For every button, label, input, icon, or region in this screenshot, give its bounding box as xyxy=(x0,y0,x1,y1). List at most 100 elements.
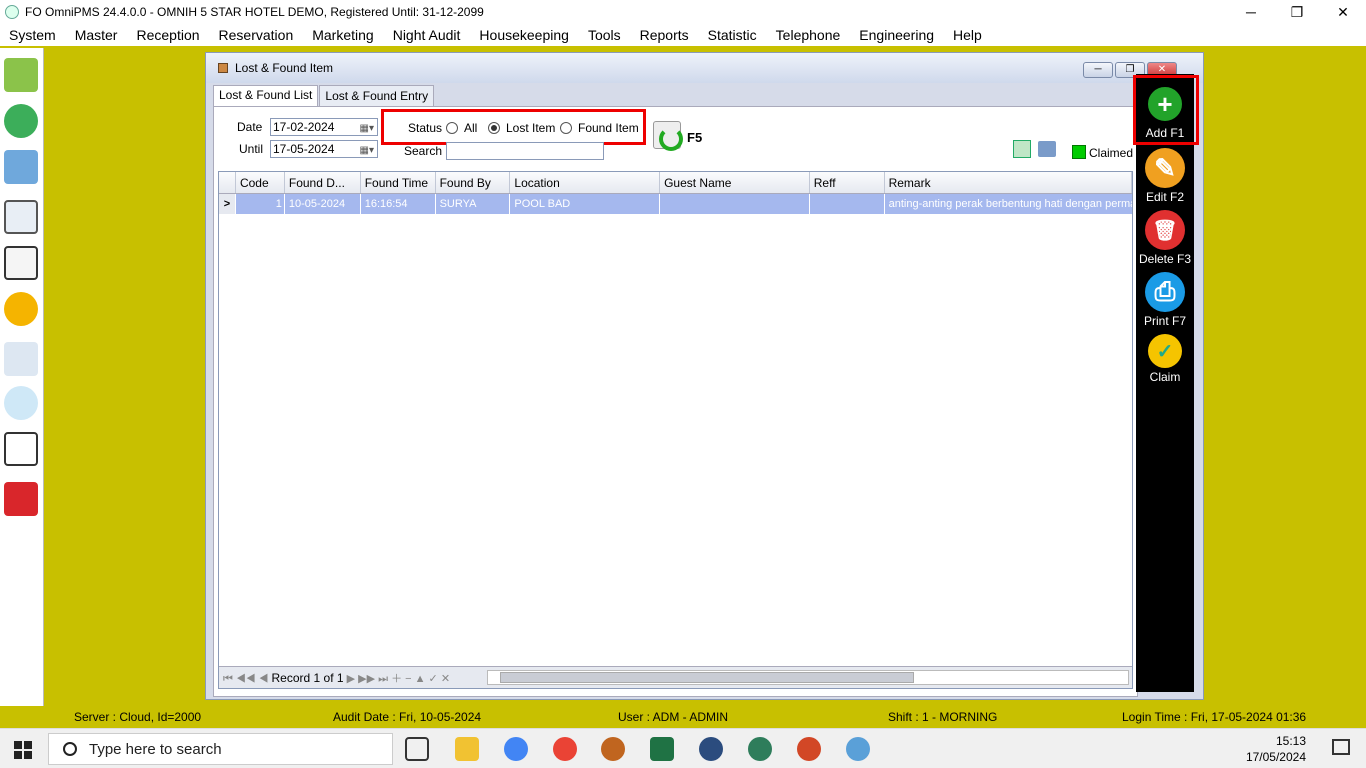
delete-icon: 🗑 xyxy=(1145,210,1185,250)
menu-telephone[interactable]: Telephone xyxy=(767,24,851,46)
child-window-title: Lost & Found Item xyxy=(235,61,334,75)
date-from-value: 17-02-2024 xyxy=(273,120,335,134)
menu-engineering[interactable]: Engineering xyxy=(850,24,944,46)
maximize-button[interactable]: ❐ xyxy=(1274,0,1320,24)
menu-system[interactable]: System xyxy=(0,24,66,46)
col-guest-name[interactable]: Guest Name xyxy=(660,172,810,193)
calendar-dropdown-icon[interactable]: ▦▾ xyxy=(360,121,374,137)
windows-start-icon[interactable] xyxy=(14,741,32,759)
search-chart-icon[interactable] xyxy=(4,386,38,420)
col-remark[interactable]: Remark xyxy=(885,172,1133,193)
col-code[interactable]: Code xyxy=(236,172,285,193)
exit-icon[interactable] xyxy=(4,482,38,516)
menu-marketing[interactable]: Marketing xyxy=(303,24,383,46)
calendar-dropdown-icon[interactable]: ▦▾ xyxy=(360,143,374,159)
walk-icon[interactable] xyxy=(4,58,38,92)
edit-label: Edit F2 xyxy=(1145,190,1184,204)
claimed-legend-label: Claimed xyxy=(1089,146,1134,160)
row-indicator-header xyxy=(219,172,236,193)
chrome-profile-icon[interactable] xyxy=(553,737,577,761)
chrome-icon[interactable] xyxy=(504,737,528,761)
child-minimize-button[interactable]: ─ xyxy=(1083,62,1113,78)
app-blue-icon[interactable] xyxy=(699,737,723,761)
menu-night-audit[interactable]: Night Audit xyxy=(384,24,471,46)
date-from-field[interactable]: 17-02-2024 ▦▾ xyxy=(270,118,378,136)
navigator-first-prev[interactable]: ⏮ ◀◀ ◀ xyxy=(223,673,268,685)
app-logo-icon xyxy=(5,5,19,19)
col-reff[interactable]: Reff xyxy=(810,172,885,193)
printer-icon[interactable] xyxy=(1038,141,1056,157)
menu-master[interactable]: Master xyxy=(66,24,128,46)
taskbar-search[interactable]: Type here to search xyxy=(48,733,393,765)
system-tray-clock[interactable]: 15:13 17/05/2024 xyxy=(1246,733,1306,765)
tab-strip: Lost & Found List Lost & Found Entry xyxy=(213,85,435,107)
col-found-date[interactable]: Found D... xyxy=(285,172,361,193)
row-indicator: > xyxy=(219,194,236,214)
notification-icon[interactable] xyxy=(1332,739,1350,755)
lost-found-grid: Code Found D... Found Time Found By Loca… xyxy=(218,171,1133,689)
status-label: Status xyxy=(408,121,443,135)
radio-all-dot[interactable] xyxy=(446,122,458,134)
col-location[interactable]: Location xyxy=(510,172,661,193)
file-explorer-icon[interactable] xyxy=(455,737,479,761)
app-orange-icon[interactable] xyxy=(601,737,625,761)
app-green-icon[interactable] xyxy=(748,737,772,761)
omnipms-taskbar-icon[interactable] xyxy=(846,737,870,761)
calendar-grid-icon[interactable] xyxy=(4,200,38,234)
cell-reff xyxy=(810,194,885,214)
taskbar-search-placeholder: Type here to search xyxy=(89,740,222,758)
refresh-button[interactable] xyxy=(653,121,683,151)
cell-code: 1 xyxy=(236,194,285,214)
radio-lost-item-dot[interactable] xyxy=(488,122,500,134)
export-excel-icon[interactable] xyxy=(1013,140,1031,158)
scrollbar-thumb[interactable] xyxy=(500,672,914,683)
cell-remark: anting-anting perak berbentung hati deng… xyxy=(888,198,1133,210)
claimed-legend-swatch xyxy=(1072,145,1086,159)
radio-all[interactable]: All xyxy=(446,121,477,135)
cell-found-time: 16:16:54 xyxy=(361,194,436,214)
excel-icon[interactable] xyxy=(650,737,674,761)
menu-reception[interactable]: Reception xyxy=(127,24,209,46)
menu-statistic[interactable]: Statistic xyxy=(699,24,767,46)
date-until-value: 17-05-2024 xyxy=(273,142,335,156)
claim-button[interactable]: ✓ Claim xyxy=(1136,334,1194,384)
navigator-bar: ⏮ ◀◀ ◀ Record 1 of 1 ▶ ▶▶ ⏭ ＋ − ▲ ✓ ✕ xyxy=(219,670,481,686)
statistics-icon[interactable] xyxy=(4,432,38,466)
table-row[interactable]: > 1 10-05-2024 16:16:54 SURYA POOL BAD a… xyxy=(219,194,1132,214)
delete-button[interactable]: 🗑 Delete F3 xyxy=(1136,210,1194,266)
menu-tools[interactable]: Tools xyxy=(579,24,631,46)
horizontal-scrollbar[interactable] xyxy=(487,670,1129,685)
navigator-next-last[interactable]: ▶ ▶▶ ⏭ ＋ − ▲ ✓ ✕ xyxy=(347,673,450,685)
close-button[interactable]: ✕ xyxy=(1320,0,1366,24)
tab-lost-found-list[interactable]: Lost & Found List xyxy=(213,85,319,107)
task-view-icon[interactable] xyxy=(405,737,429,761)
col-found-by[interactable]: Found By xyxy=(436,172,511,193)
minimize-button[interactable]: ─ xyxy=(1228,0,1274,24)
radio-all-label: All xyxy=(464,121,478,135)
date-until-field[interactable]: 17-05-2024 ▦▾ xyxy=(270,140,378,158)
layout-icon[interactable] xyxy=(4,150,38,184)
print-button[interactable]: ⎙ Print F7 xyxy=(1136,272,1194,328)
col-found-time[interactable]: Found Time xyxy=(361,172,436,193)
tab-lost-found-entry[interactable]: Lost & Found Entry xyxy=(319,85,435,107)
available-badge-icon[interactable] xyxy=(4,292,38,326)
search-input[interactable] xyxy=(446,142,604,160)
menu-housekeeping[interactable]: Housekeeping xyxy=(470,24,579,46)
lost-found-window: Lost & Found Item ─ ❐ ✕ Lost & Found Lis… xyxy=(205,52,1204,700)
search-icon xyxy=(63,742,77,756)
radio-lost-item[interactable]: Lost Item xyxy=(488,121,555,135)
window-controls: ─ ❐ ✕ xyxy=(1228,0,1366,24)
radio-found-item[interactable]: Found Item xyxy=(560,121,639,135)
users-icon[interactable] xyxy=(4,104,38,138)
calendar-2023-icon[interactable] xyxy=(4,246,38,280)
menu-reports[interactable]: Reports xyxy=(631,24,699,46)
claim-label: Claim xyxy=(1149,370,1181,384)
menu-reservation[interactable]: Reservation xyxy=(210,24,304,46)
menu-help[interactable]: Help xyxy=(944,24,992,46)
left-toolbar xyxy=(0,48,44,706)
housekeeping-icon[interactable] xyxy=(4,342,38,376)
powerpoint-icon[interactable] xyxy=(797,737,821,761)
radio-found-item-dot[interactable] xyxy=(560,122,572,134)
edit-button[interactable]: ✎ Edit F2 xyxy=(1136,148,1194,204)
edit-icon: ✎ xyxy=(1145,148,1185,188)
